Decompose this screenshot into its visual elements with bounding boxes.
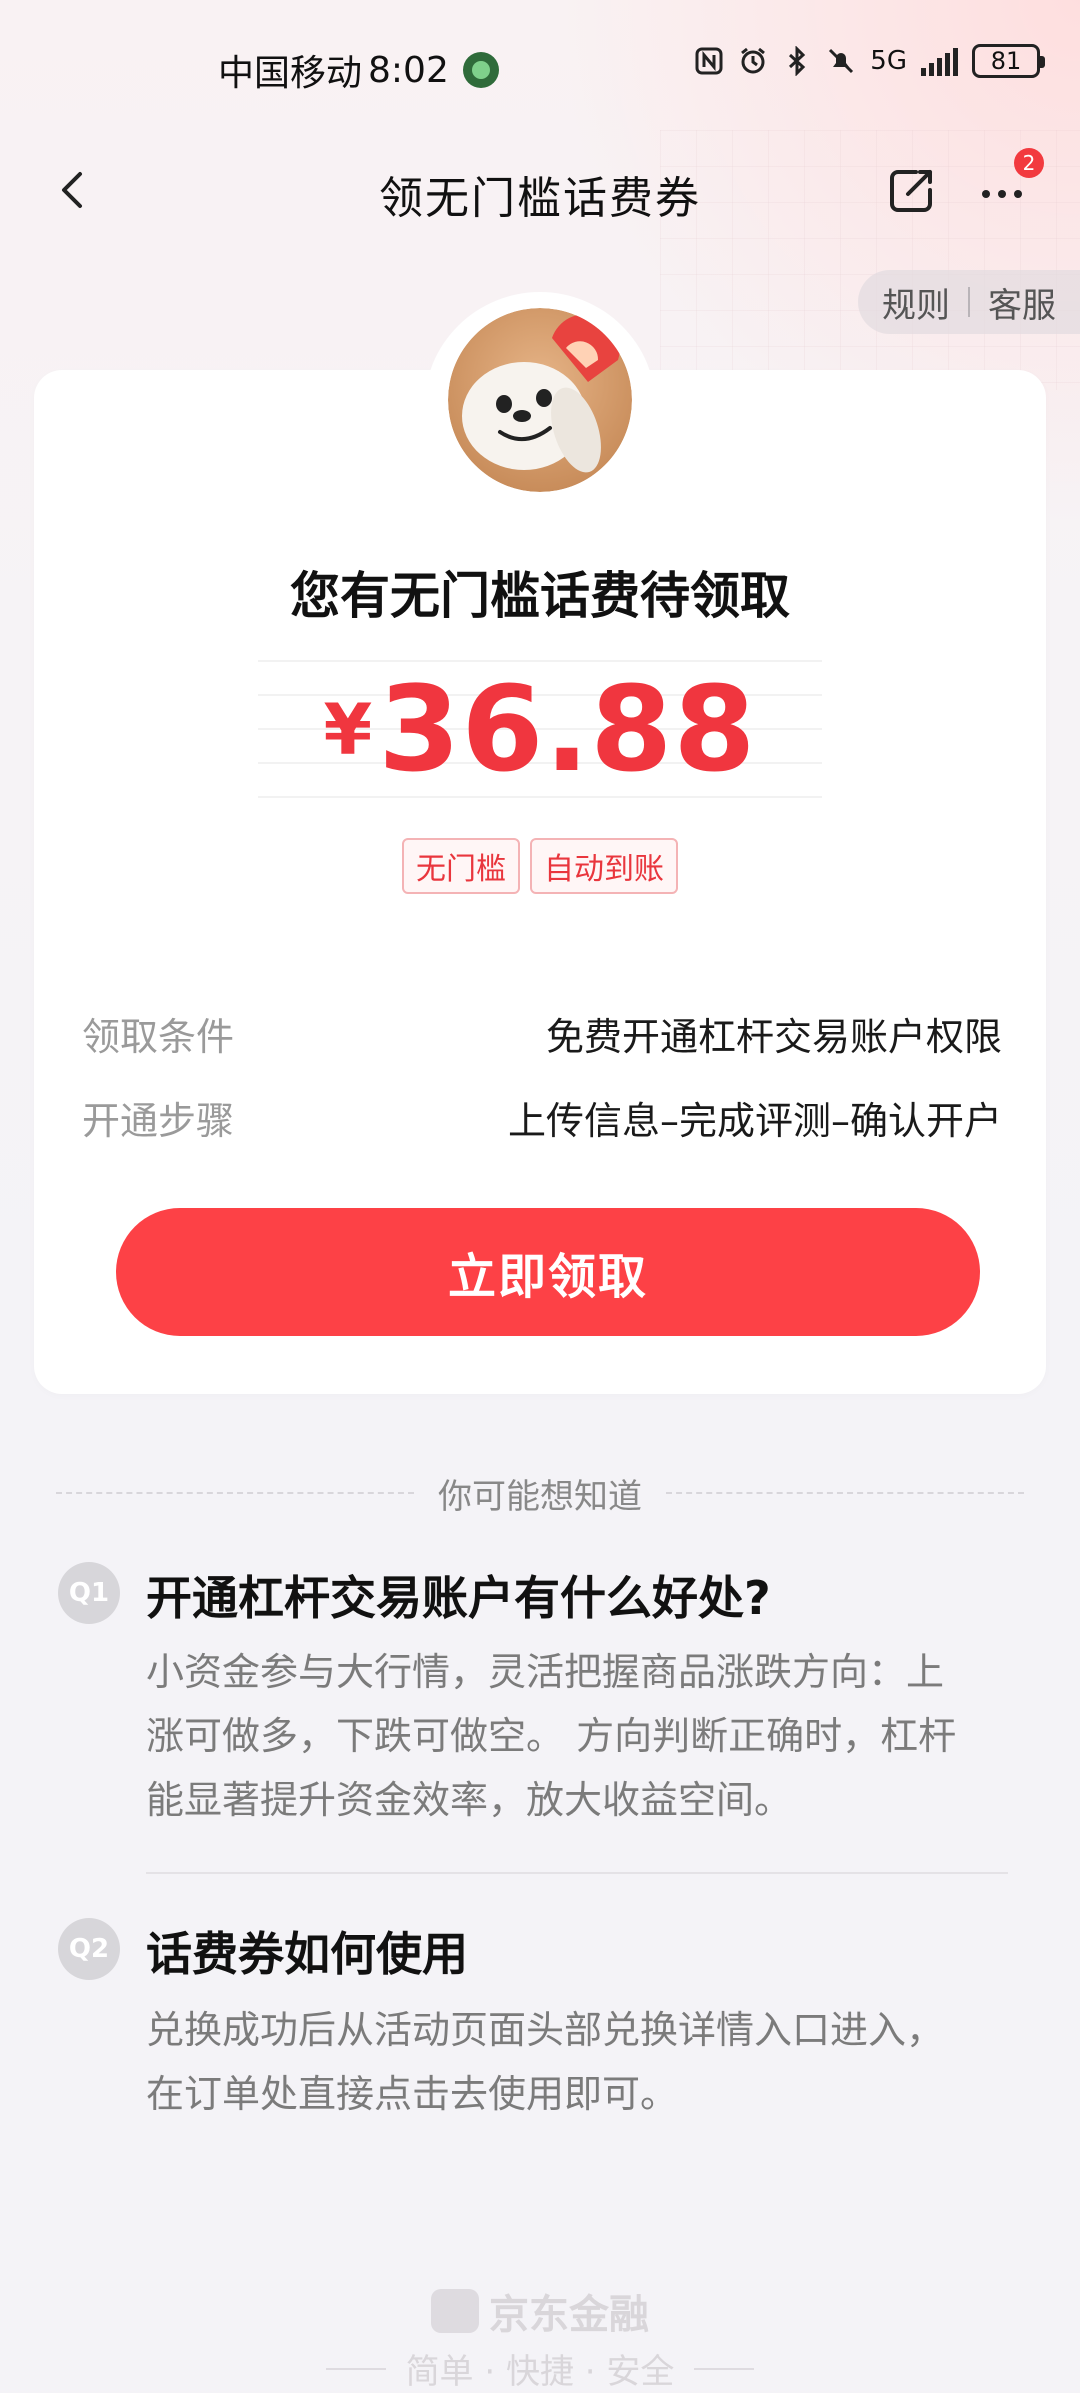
tag-no-threshold: 无门槛: [402, 838, 520, 894]
nfc-icon: [695, 47, 723, 75]
slogan-text: 简单 · 快捷 · 安全: [405, 2352, 675, 2392]
alarm-icon: [741, 47, 766, 74]
q1-question: 开通杠杆交易账户有什么好处?: [146, 1571, 771, 1625]
condition-row: 领取条件 免费开通杠杆交易账户权限: [82, 1006, 1002, 1061]
battery-icon: 81: [972, 44, 1045, 78]
condition-value: 免费开通杠杆交易账户权限: [545, 1015, 1002, 1059]
status-bar: 中国移动 8:02 5G 81: [0, 0, 1080, 140]
brand-name: 京东金融: [489, 2292, 649, 2338]
q2-answer-line: 在订单处直接点击去使用即可。: [146, 2072, 679, 2116]
steps-value: 上传信息–完成评测–确认开户: [507, 1099, 1002, 1143]
coupon-amount: ¥36.88: [34, 660, 1046, 798]
mascot-avatar: [448, 308, 632, 492]
top-navigation: 领无门槛话费券: [0, 140, 1080, 260]
faq-separator: [146, 1872, 1008, 1874]
q1-answer-line: 涨可做多，下跌可做空。 方向判断正确时，杠杆: [146, 1714, 957, 1758]
divider-line-right: [666, 1492, 1024, 1494]
rules-link[interactable]: 规则: [882, 278, 950, 327]
call-active-icon: [462, 52, 499, 88]
footer-slogan: 简单 · 快捷 · 安全: [0, 2344, 1080, 2393]
battery-level: 81: [990, 47, 1022, 75]
q2-answer-line: 兑换成功后从活动页面头部兑换详情入口进入，: [146, 2008, 945, 2052]
status-left: 中国移动 8:02: [218, 44, 499, 96]
q2-answer: 兑换成功后从活动页面头部兑换详情入口进入， 在订单处直接点击去使用即可。: [146, 1998, 1016, 2126]
q2-badge: Q2: [58, 1918, 120, 1980]
steps-row: 开通步骤 上传信息–完成评测–确认开户: [82, 1090, 1002, 1145]
signal-strength-icon: [921, 46, 958, 76]
status-right: 5G 81: [694, 44, 1045, 78]
q1-answer: 小资金参与大行情，灵活把握商品涨跌方向：上 涨可做多，下跌可做空。 方向判断正确…: [146, 1640, 1016, 1832]
amount-value: 36.88: [378, 660, 757, 798]
share-button[interactable]: [882, 160, 942, 220]
slogan-line-left: [325, 2367, 386, 2370]
network-type: 5G: [870, 46, 907, 76]
tag-auto-credit: 自动到账: [530, 838, 678, 894]
faq-divider: 你可能想知道: [56, 1468, 1024, 1518]
slogan-line-right: [694, 2367, 755, 2370]
notification-badge: 2: [1014, 148, 1044, 178]
steps-label: 开通步骤: [82, 1099, 235, 1143]
jd-finance-logo-icon: [431, 2289, 479, 2333]
customer-service-link[interactable]: 客服: [988, 278, 1056, 327]
coupon-tags: 无门槛 自动到账: [34, 838, 1046, 894]
q2-question: 话费券如何使用: [146, 1927, 468, 1981]
carrier-name: 中国移动: [218, 53, 363, 94]
q1-answer-line: 能显著提升资金效率，放大收益空间。: [146, 1778, 793, 1822]
bluetooth-icon: [789, 46, 806, 76]
claim-now-button[interactable]: 立即领取: [116, 1208, 980, 1336]
q1-badge: Q1: [58, 1562, 120, 1624]
faq-section-title: 你可能想知道: [438, 1476, 642, 1517]
condition-label: 领取条件: [82, 1015, 235, 1059]
q1-answer-line: 小资金参与大行情，灵活把握商品涨跌方向：上: [146, 1650, 945, 1694]
divider-line-left: [56, 1492, 414, 1494]
footer-brand: 京东金融: [0, 2282, 1080, 2340]
pill-separator: [968, 287, 970, 317]
mute-icon: [829, 48, 854, 74]
rules-service-pill: 规则 客服: [858, 270, 1080, 334]
clock: 8:02: [368, 49, 449, 91]
card-heading: 您有无门槛话费待领取: [290, 567, 790, 625]
currency-symbol: ¥: [323, 689, 373, 771]
